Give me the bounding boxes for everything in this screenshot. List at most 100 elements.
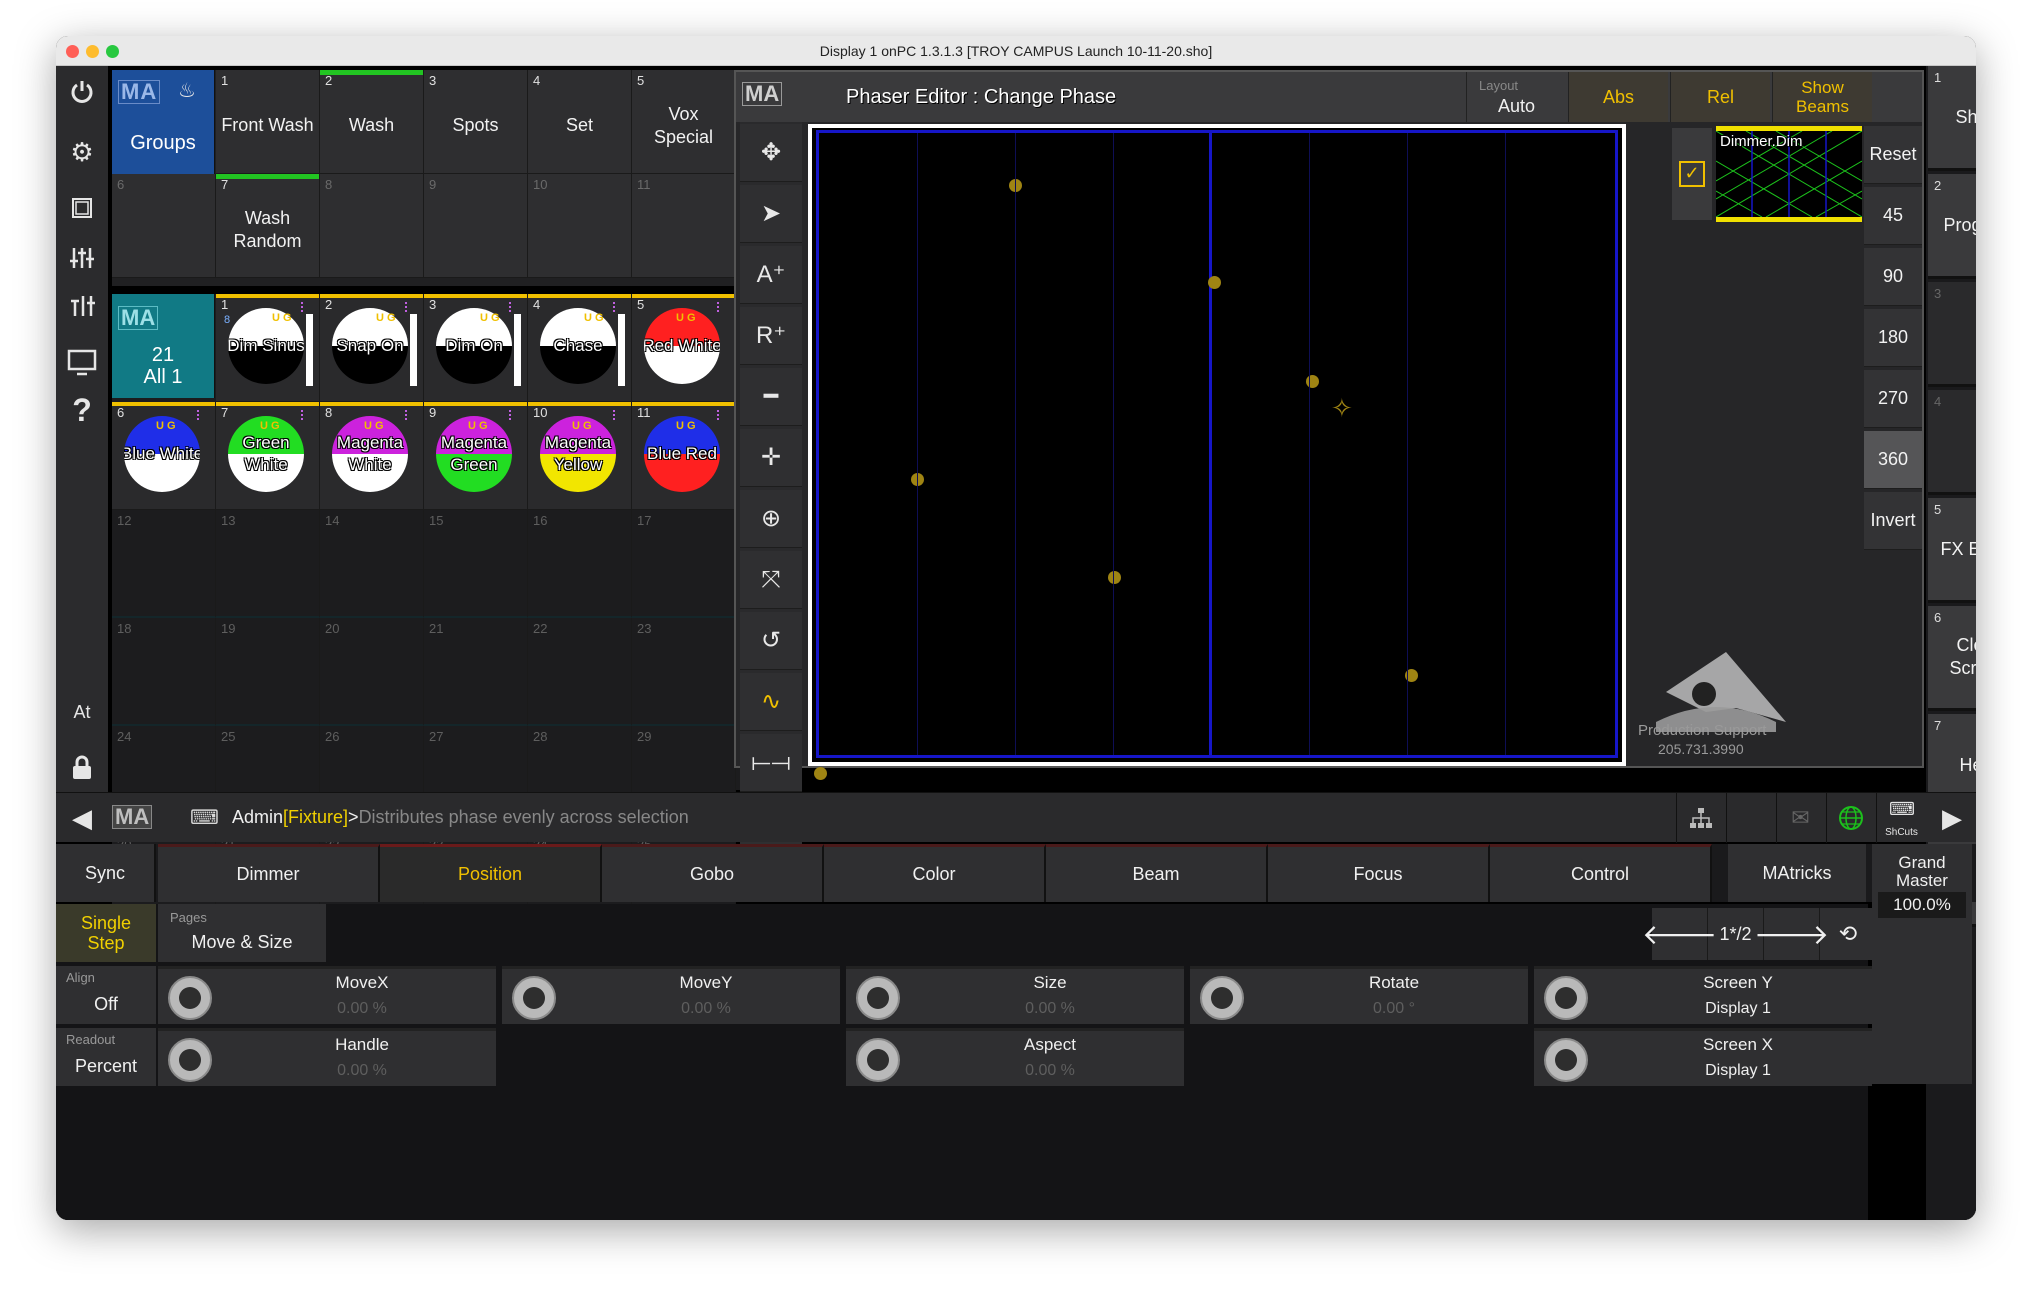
thumbnail-checkbox[interactable]: ✓ xyxy=(1672,128,1712,220)
distribute-icon[interactable]: ⟝⟞ xyxy=(740,734,802,792)
group-tile[interactable]: 2 Wash xyxy=(320,70,424,174)
add-absolute-icon[interactable]: A⁺ xyxy=(740,246,802,304)
phaser-step-dot[interactable] xyxy=(1208,276,1221,289)
phase-button-360[interactable]: 360 xyxy=(1864,431,1922,489)
group-tile[interactable]: 10 xyxy=(528,174,632,278)
encoder-size[interactable]: Size 0.00 % xyxy=(846,966,1184,1024)
undo-icon[interactable]: ↺ xyxy=(740,612,802,670)
group-tile[interactable]: 9 xyxy=(424,174,528,278)
encoder-rotate[interactable]: Rotate 0.00 ° xyxy=(1190,966,1528,1024)
phaser-thumbnail[interactable]: Dimmer.Dim xyxy=(1716,126,1862,222)
preset-pool-header[interactable]: MA 21 All 1 xyxy=(112,294,215,398)
empty-preset-tile[interactable]: 21 xyxy=(424,618,528,726)
preset-tile[interactable]: 8 Magenta White U G xyxy=(320,402,424,510)
phase-button-270[interactable]: 270 xyxy=(1864,370,1922,428)
encoder-knob-icon[interactable] xyxy=(512,976,556,1020)
phaser-step-dot[interactable] xyxy=(1306,375,1319,388)
encoder-knob-icon[interactable] xyxy=(1200,976,1244,1020)
preset-tile[interactable]: 10 Magenta Yellow U G xyxy=(528,402,632,510)
group-tile[interactable]: 8 xyxy=(320,174,424,278)
faders-icon[interactable] xyxy=(56,232,108,284)
keyboard-icon[interactable]: ⌨ xyxy=(190,805,219,830)
empty-preset-tile[interactable]: 18 xyxy=(112,618,216,726)
phase-button-180[interactable]: 180 xyxy=(1864,309,1922,367)
feature-tab-position[interactable]: Position xyxy=(380,844,602,902)
feature-tab-control[interactable]: Control xyxy=(1490,844,1712,902)
preset-tile[interactable]: 4 Chase U G xyxy=(528,294,632,402)
rotate-center-icon[interactable]: ⊕ xyxy=(740,490,802,548)
window-icon[interactable] xyxy=(56,182,108,234)
group-tile[interactable]: 11 xyxy=(632,174,736,278)
empty-preset-tile[interactable]: 20 xyxy=(320,618,424,726)
minus-icon[interactable]: ━ xyxy=(740,368,802,426)
phase-button-reset[interactable]: Reset xyxy=(1864,126,1922,184)
preset-tile[interactable]: 5 Red White U G xyxy=(632,294,736,402)
empty-preset-tile[interactable]: 22 xyxy=(528,618,632,726)
preset-tile[interactable]: 11 Blue Red U G xyxy=(632,402,736,510)
page-next-arrow-icon[interactable]: 🡒 xyxy=(1754,908,1829,960)
phaser-canvas[interactable]: ✧ xyxy=(808,124,1626,876)
network-icon[interactable] xyxy=(1676,793,1724,843)
phase-button-90[interactable]: 90 xyxy=(1864,248,1922,306)
preset-tile[interactable]: 2 Snap On U G xyxy=(320,294,424,402)
encoder-knob-icon[interactable] xyxy=(168,976,212,1020)
view-button[interactable]: 3 xyxy=(1928,282,1976,387)
encoder-knob-icon[interactable] xyxy=(168,1038,212,1082)
single-step-button[interactable]: Single Step xyxy=(56,904,156,962)
abs-button[interactable]: Abs xyxy=(1568,72,1668,122)
view-button[interactable]: 2Program xyxy=(1928,174,1976,279)
next-arrow-icon[interactable]: ▶ xyxy=(1928,793,1976,843)
pointer-icon[interactable]: ➤ xyxy=(740,185,802,243)
move-icon[interactable]: ✛ xyxy=(740,429,802,487)
group-tile[interactable]: 3 Spots xyxy=(424,70,528,174)
encoder-handle[interactable]: Handle 0.00 % xyxy=(158,1028,496,1086)
empty-preset-tile[interactable]: 13 xyxy=(216,510,320,618)
mail-icon[interactable]: ✉ xyxy=(1776,793,1824,843)
encoder-movey[interactable]: MoveY 0.00 % xyxy=(502,966,840,1024)
empty-preset-tile[interactable]: 16 xyxy=(528,510,632,618)
help-icon[interactable]: ? xyxy=(56,384,108,436)
encoder-knob-icon[interactable] xyxy=(1544,1038,1588,1082)
sliders-icon[interactable] xyxy=(56,280,108,332)
feature-tab-dimmer[interactable]: Dimmer xyxy=(158,844,380,902)
empty-preset-tile[interactable]: 23 xyxy=(632,618,736,726)
encoder-knob-icon[interactable] xyxy=(856,976,900,1020)
preset-tile[interactable]: 1 Dim Sinus U G8 xyxy=(216,294,320,402)
layout-selector[interactable]: Layout Auto xyxy=(1466,72,1566,122)
group-tile[interactable]: 7 Wash Random xyxy=(216,174,320,278)
command-line-input[interactable]: Admin[Fixture]>Distributes phase evenly … xyxy=(232,807,689,828)
sync-button[interactable]: Sync xyxy=(56,844,156,902)
phaser-step-dot[interactable] xyxy=(814,767,827,780)
align-selector[interactable]: Align Off xyxy=(56,966,156,1024)
phaser-step-dot[interactable] xyxy=(1108,571,1121,584)
groups-pool-header[interactable]: MA ♨ Groups xyxy=(112,70,215,174)
phase-button-invert[interactable]: Invert xyxy=(1864,492,1922,550)
pages-selector[interactable]: Pages Move & Size xyxy=(158,904,326,962)
view-button[interactable]: 1Show xyxy=(1928,66,1976,171)
encoder-knob-icon[interactable] xyxy=(856,1038,900,1082)
encoder-knob-icon[interactable] xyxy=(1544,976,1588,1020)
hand-icon[interactable]: ✥ xyxy=(740,124,802,182)
preset-tile[interactable]: 9 Magenta Green U G xyxy=(424,402,528,510)
encoder-aspect[interactable]: Aspect 0.00 % xyxy=(846,1028,1184,1086)
show-beams-button[interactable]: Show Beams xyxy=(1772,72,1872,122)
feature-tab-beam[interactable]: Beam xyxy=(1046,844,1268,902)
view-button[interactable]: 5FX Editor xyxy=(1928,498,1976,603)
rel-button[interactable]: Rel xyxy=(1670,72,1770,122)
grand-master[interactable]: Grand Master 100.0% xyxy=(1872,844,1972,1084)
preset-tile[interactable]: 7 Green White U G xyxy=(216,402,320,510)
group-tile[interactable]: 1 Front Wash xyxy=(216,70,320,174)
page-prev-arrow-icon[interactable]: 🡐 xyxy=(1642,908,1717,960)
preset-tile[interactable]: 3 Dim On U G xyxy=(424,294,528,402)
shortcuts-button[interactable]: ⌨ ShCuts xyxy=(1876,793,1926,843)
group-tile[interactable]: 6 xyxy=(112,174,216,278)
matricks-button[interactable]: MAtricks xyxy=(1728,844,1866,902)
add-relative-icon[interactable]: R⁺ xyxy=(740,307,802,365)
feature-tab-color[interactable]: Color xyxy=(824,844,1046,902)
wave-icon[interactable]: ∿ xyxy=(740,673,802,731)
empty-preset-tile[interactable]: 15 xyxy=(424,510,528,618)
feature-tab-gobo[interactable]: Gobo xyxy=(602,844,824,902)
empty-preset-tile[interactable]: 12 xyxy=(112,510,216,618)
monitor-icon[interactable] xyxy=(56,336,108,388)
group-tile[interactable]: 4 Set xyxy=(528,70,632,174)
